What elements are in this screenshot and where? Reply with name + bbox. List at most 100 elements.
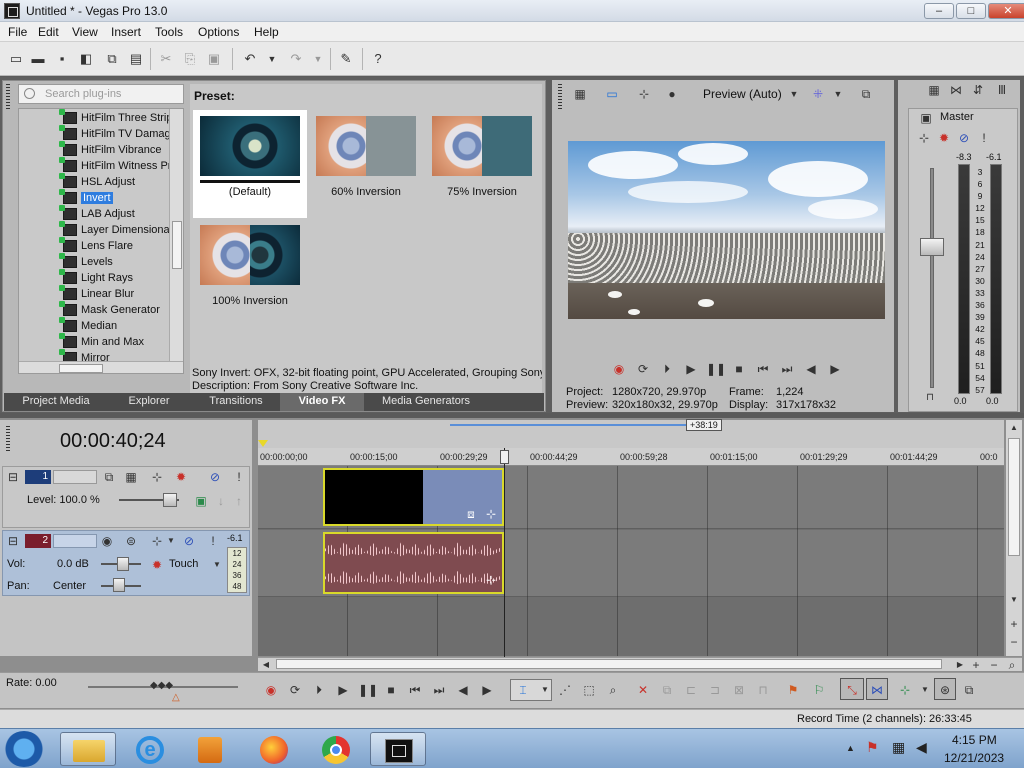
marker-flag[interactable] <box>258 440 268 447</box>
preset-default[interactable]: (Default) <box>193 110 307 218</box>
clock-time[interactable]: 4:15 PM <box>952 733 997 747</box>
save-icon[interactable]: ▪ <box>54 51 70 67</box>
split-icon[interactable]: ⊠ <box>730 681 748 699</box>
stop-button[interactable]: ■ <box>382 681 400 699</box>
zoom-out-icon[interactable]: − <box>986 657 1002 673</box>
scroll-thumb[interactable] <box>172 221 182 269</box>
mute-icon[interactable]: ⊘ <box>207 469 223 485</box>
chevron-down-icon[interactable]: ▼ <box>536 681 554 699</box>
lock-icon[interactable]: ⊓ <box>922 390 938 406</box>
trim-end-icon[interactable]: ⊐ <box>706 681 724 699</box>
master-fader-handle[interactable] <box>920 238 944 256</box>
plugin-item[interactable]: Levels <box>81 254 181 270</box>
gear-icon[interactable]: ✹ <box>936 130 952 146</box>
previous-frame-button[interactable]: ◀ <box>802 360 820 378</box>
gear-icon[interactable]: ✹ <box>149 557 165 573</box>
tab-transitions[interactable]: Transitions <box>194 393 278 411</box>
selection-tool-icon[interactable]: ⬚ <box>580 681 598 699</box>
lock-icon[interactable]: ⊓ <box>754 681 772 699</box>
play-button[interactable]: ▶ <box>682 360 700 378</box>
chevron-down-icon[interactable]: ▼ <box>830 86 846 102</box>
panel-grip[interactable] <box>6 426 10 452</box>
track-fx-icon[interactable]: ▦ <box>123 469 139 485</box>
audio-event[interactable]: ⊹ <box>323 532 504 594</box>
action-center-icon[interactable]: ⚑ <box>866 739 879 756</box>
menu-insert[interactable]: Insert <box>111 25 141 39</box>
zoom-tool-icon[interactable]: ⌕ <box>604 681 622 699</box>
rate-slider-handle[interactable]: ◆◆◆ <box>150 680 174 692</box>
taskbar-media-player[interactable] <box>182 732 238 766</box>
scroll-thumb[interactable] <box>59 364 103 373</box>
track-name-field[interactable] <box>53 470 97 484</box>
event-pan-crop-icon[interactable]: ⧈ <box>463 506 479 522</box>
zoom-tool-icon[interactable]: ⌕ <box>1004 657 1020 673</box>
solo-icon[interactable]: ! <box>205 533 221 549</box>
next-frame-button[interactable]: ▶ <box>478 681 496 699</box>
ripple-edit-icon[interactable]: ⊹ <box>896 681 914 699</box>
loop-region[interactable] <box>450 424 686 426</box>
chevron-down-icon[interactable]: ▼ <box>786 86 802 102</box>
event-fx-icon[interactable]: ⊹ <box>483 572 499 588</box>
tab-explorer[interactable]: Explorer <box>106 393 192 411</box>
start-button[interactable] <box>4 731 44 767</box>
lock-envelopes-icon[interactable]: ⊛ <box>936 681 954 699</box>
go-to-start-button[interactable]: ⏮ <box>406 681 424 699</box>
chevron-down-icon[interactable]: ▼ <box>209 557 225 573</box>
paint-brush-icon[interactable]: ✎ <box>338 51 354 67</box>
redo-dropdown-icon[interactable]: ▼ <box>310 51 326 67</box>
record-button[interactable]: ◉ <box>610 360 628 378</box>
taskbar-firefox[interactable] <box>246 732 302 766</box>
render-icon[interactable]: ⧉ <box>104 51 120 67</box>
normal-edit-tool-icon[interactable]: ⌶ <box>514 681 532 699</box>
menu-tools[interactable]: Tools <box>155 25 183 39</box>
solo-icon[interactable]: ! <box>976 130 992 146</box>
envelope-tool-icon[interactable]: ⋰ <box>556 681 574 699</box>
undo-dropdown-icon[interactable]: ▼ <box>264 51 280 67</box>
scroll-right-icon[interactable]: ▶ <box>952 657 968 673</box>
undo-icon[interactable]: ↶ <box>242 51 258 67</box>
video-fx-icon[interactable]: ● <box>664 86 680 102</box>
plugin-item[interactable]: Median <box>81 318 181 334</box>
auto-crossfade-icon[interactable]: ⋈ <box>868 681 886 699</box>
scroll-left-icon[interactable]: ◀ <box>258 657 274 673</box>
scroll-thumb[interactable] <box>1008 438 1020 556</box>
new-file-icon[interactable]: ▭ <box>8 51 24 67</box>
go-to-end-button[interactable]: ⏭ <box>430 681 448 699</box>
external-monitor-icon[interactable]: ▭ <box>604 86 620 102</box>
plugin-item[interactable]: Layer Dimensional <box>81 222 181 238</box>
video-event[interactable]: ⧈ ⊹ <box>323 468 504 526</box>
taskbar-vegas-pro[interactable] <box>370 732 426 766</box>
close-button[interactable]: ✕ <box>988 3 1024 19</box>
record-button[interactable]: ◉ <box>262 681 280 699</box>
invert-phase-icon[interactable]: ⊜ <box>123 533 139 549</box>
menu-file[interactable]: File <box>8 25 27 39</box>
playhead-handle[interactable] <box>500 450 509 464</box>
collapse-track-icon[interactable]: ⊟ <box>5 469 21 485</box>
plugin-item[interactable]: HitFilm Witness Pr <box>81 158 181 174</box>
volume-icon[interactable]: ◀ <box>916 739 927 756</box>
pan-slider-handle[interactable] <box>113 578 125 592</box>
mute-icon[interactable]: ⊘ <box>956 130 972 146</box>
timeline-ruler[interactable]: 00:00:00;00 00:00:15;00 00:00:29;29 00:0… <box>258 448 1004 466</box>
loop-playback-button[interactable]: ⟳ <box>634 360 652 378</box>
zoom-out-icon[interactable]: − <box>1006 634 1022 650</box>
pause-button[interactable]: ❚❚ <box>706 360 726 378</box>
compositing-icon[interactable]: ⊹ <box>149 469 165 485</box>
audio-track-header[interactable]: ⊟ 2 ◉ ⊜ ⊹ ▼ ⊘ ! -6.1 Vol: 0.0 dB ✹ Touch… <box>2 530 250 596</box>
menu-help[interactable]: Help <box>254 25 279 39</box>
taskbar-ie[interactable]: e <box>122 732 178 766</box>
network-icon[interactable]: ▦ <box>892 739 905 756</box>
master-properties-icon[interactable]: ▦ <box>926 82 942 98</box>
plugin-tree[interactable]: HitFilm Three Strip HitFilm TV Damage Hi… <box>18 108 184 374</box>
taskbar-chrome[interactable] <box>308 732 364 766</box>
time-display[interactable]: 00:00:40;24 <box>60 430 166 453</box>
play-from-start-button[interactable]: ⏵ <box>658 360 676 378</box>
automation-mode[interactable]: Touch <box>169 558 198 570</box>
snapping-icon[interactable]: ⤡ <box>843 681 861 699</box>
master-fader-track[interactable] <box>930 168 934 388</box>
preset-75-inversion[interactable]: 75% Inversion <box>425 110 539 218</box>
downmix-icon[interactable]: ⋈ <box>948 82 964 98</box>
track-name-field[interactable] <box>53 534 97 548</box>
gear-icon[interactable]: ✹ <box>173 469 189 485</box>
preset-100-inversion[interactable]: 100% Inversion <box>193 219 307 327</box>
